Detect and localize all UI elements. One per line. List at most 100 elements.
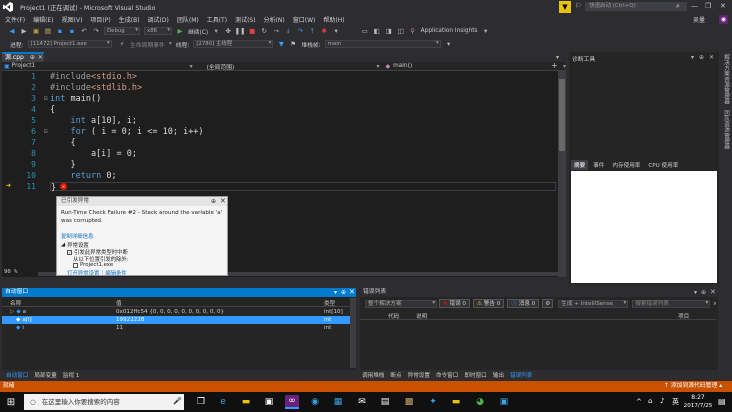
panel-close-icon[interactable]: ✕ [709, 54, 714, 61]
step-out-icon[interactable]: ↑ [308, 27, 317, 36]
panel-pin-icon[interactable]: ⊕ [699, 54, 704, 61]
continue-icon[interactable]: ▶ [176, 27, 185, 36]
clock-time[interactable]: 8:27 [684, 394, 712, 401]
action-center-icon[interactable]: ▤ [718, 397, 726, 406]
module-checkbox[interactable] [73, 262, 78, 268]
errors-close-icon[interactable]: ✕ [710, 288, 716, 296]
app-icon-5[interactable]: ▣ [497, 395, 511, 409]
notification-filter-icon[interactable]: ▼ [559, 1, 571, 13]
restart-icon[interactable]: ↻ [260, 27, 269, 36]
tab-call-stack[interactable]: 调用堆栈 [362, 371, 384, 379]
column-project[interactable]: 项目 [678, 312, 708, 320]
stop-icon[interactable]: ■ [248, 27, 257, 36]
break-checkbox[interactable]: ✓ [67, 249, 72, 255]
mail-icon[interactable]: ✉ [355, 395, 369, 409]
column-name[interactable]: 名称 [2, 299, 116, 307]
bookmark-icon[interactable]: ▭ [360, 27, 369, 36]
collapse-for-icon[interactable]: ⊟ [44, 128, 48, 135]
step-into-icon[interactable]: ↓ [284, 27, 293, 36]
zoom-level[interactable]: 90 % [4, 269, 32, 275]
search-icon[interactable]: ⌕ [676, 2, 680, 11]
edit-condition-link[interactable]: 编辑条件 [105, 269, 127, 277]
clock-date[interactable]: 2017/7/25 [680, 403, 716, 409]
minimize-button[interactable]: — [691, 2, 698, 10]
error-search-icon[interactable]: ⌕ [713, 300, 716, 308]
new-project-icon[interactable]: ▣ [32, 27, 41, 36]
errors-pin-icon[interactable]: ⊕ [701, 289, 706, 296]
source-control-button[interactable]: ↑ 添加到源代码管理 ▴ [664, 381, 722, 392]
solution-explorer-tab[interactable]: 解决方案资源管理器 [722, 54, 730, 104]
app-icon-1[interactable]: ▦ [331, 395, 345, 409]
menu-team[interactable]: 团队(M) [177, 15, 199, 24]
save-all-icon[interactable]: ▪ [68, 27, 77, 36]
menu-help[interactable]: 帮助(H) [323, 15, 344, 24]
tab-memory[interactable]: 内存使用率 [609, 160, 643, 170]
function-dropdown[interactable]: main() [393, 63, 563, 69]
toolbar2-overflow-icon[interactable]: ▾ [444, 40, 453, 49]
ime-indicator[interactable]: 英 [672, 397, 679, 407]
menu-edit[interactable]: 编辑(E) [33, 15, 53, 24]
menu-project[interactable]: 项目(P) [90, 15, 110, 24]
menu-test[interactable]: 测试(S) [235, 15, 256, 24]
menu-analyze[interactable]: 分析(N) [264, 15, 285, 24]
column-code[interactable]: 代码 [388, 312, 416, 320]
bookmark-prev-icon[interactable]: ◧ [372, 27, 381, 36]
forward-icon[interactable]: ▶ [20, 27, 29, 36]
menu-debug[interactable]: 调试(D) [148, 15, 169, 24]
toolbar-overflow-icon[interactable]: ▾ [332, 27, 341, 36]
step-over-icon[interactable]: ↷ [296, 27, 305, 36]
tab-immediate-window[interactable]: 即时窗口 [464, 371, 486, 379]
lightbulb-icon[interactable]: ⚲ [408, 27, 417, 36]
pin-tab-icon[interactable]: ⊕ [30, 54, 35, 62]
autos-row-a[interactable]: ▷ ◆ a 0x012ffc54 {0, 0, 0, 0, 0, 0, 0, 0, … [2, 308, 350, 316]
menu-build[interactable]: 生成(B) [119, 15, 140, 24]
tab-output[interactable]: 输出 [493, 371, 504, 379]
exception-settings-icon[interactable]: ✱ [320, 27, 329, 36]
app-icon-3[interactable]: ▩ [402, 395, 416, 409]
thread-select[interactable]: [2780] 主线程 [193, 40, 274, 48]
column-description[interactable]: 说明 [416, 312, 678, 320]
tab-error-list[interactable]: 错误列表 [510, 371, 532, 379]
user-avatar-icon[interactable]: ◉ [719, 15, 728, 24]
messages-filter-button[interactable]: ⓘ 消息 0 [507, 299, 540, 308]
autos-scrollbar[interactable] [350, 298, 356, 368]
tab-cpu[interactable]: CPU 使用率 [645, 160, 681, 170]
lifecycle-events-select[interactable]: 生命周期事件 [130, 40, 165, 49]
copy-details-link[interactable]: 复制详细信息 [61, 232, 93, 240]
menu-tools[interactable]: 工具(T) [207, 15, 227, 24]
column-type[interactable]: 类型 [324, 299, 350, 307]
chrome-icon[interactable]: ◕ [473, 395, 487, 409]
browser-icon[interactable]: ◉ [308, 395, 322, 409]
warnings-filter-button[interactable]: ⚠ 警告 0 [473, 299, 505, 308]
panel-options-icon[interactable]: ▾ [691, 54, 694, 61]
task-view-icon[interactable]: ❐ [194, 395, 208, 409]
process-select[interactable]: [11472] Project1.exe [27, 40, 112, 48]
break-all-icon[interactable]: ❚❚ [235, 27, 246, 36]
close-tab-icon[interactable]: ✕ [38, 54, 43, 62]
module-checkbox-row[interactable]: Project1.exe [73, 262, 113, 268]
maximize-button[interactable]: ❐ [705, 2, 711, 10]
exception-marker-icon[interactable]: ✕ [60, 183, 67, 190]
scope-dropdown[interactable]: (全局范围) [207, 62, 377, 71]
continue-dropdown-icon[interactable]: ▾ [212, 27, 221, 36]
store-icon[interactable]: ▣ [262, 395, 276, 409]
autos-options-icon[interactable]: ▾ [334, 289, 337, 296]
autos-value[interactable]: 19922228 [116, 317, 324, 323]
autos-row-i[interactable]: ◆ i 11 int [2, 324, 350, 332]
expand-settings-icon[interactable]: ◢ [61, 242, 65, 248]
attach-icon[interactable]: ✤ [224, 27, 233, 36]
app-insights-dropdown-icon[interactable]: ▾ [481, 27, 490, 36]
error-scope-select[interactable]: 整个解决方案 [365, 299, 437, 308]
errors-filter-button[interactable]: ⊗ 错误 0 [439, 299, 470, 308]
tab-events[interactable]: 事件 [590, 160, 607, 170]
autos-close-icon[interactable]: ✕ [349, 288, 355, 296]
lifecycle-events-icon[interactable]: ⚡ [118, 40, 127, 49]
app-icon-2[interactable]: ▤ [378, 395, 392, 409]
tab-watch1[interactable]: 监视 1 [63, 371, 80, 379]
menu-view[interactable]: 视图(V) [62, 15, 83, 24]
feedback-icon[interactable]: ⚐ [575, 2, 581, 10]
pin-popup-icon[interactable]: ⊕ [211, 198, 216, 205]
app-icon-4[interactable]: ✦ [426, 395, 440, 409]
autos-value[interactable]: 0x012ffc54 {0, 0, 0, 0, 0, 0, 0, 0, 0, 0… [116, 309, 324, 315]
open-file-icon[interactable]: ▤ [44, 27, 53, 36]
